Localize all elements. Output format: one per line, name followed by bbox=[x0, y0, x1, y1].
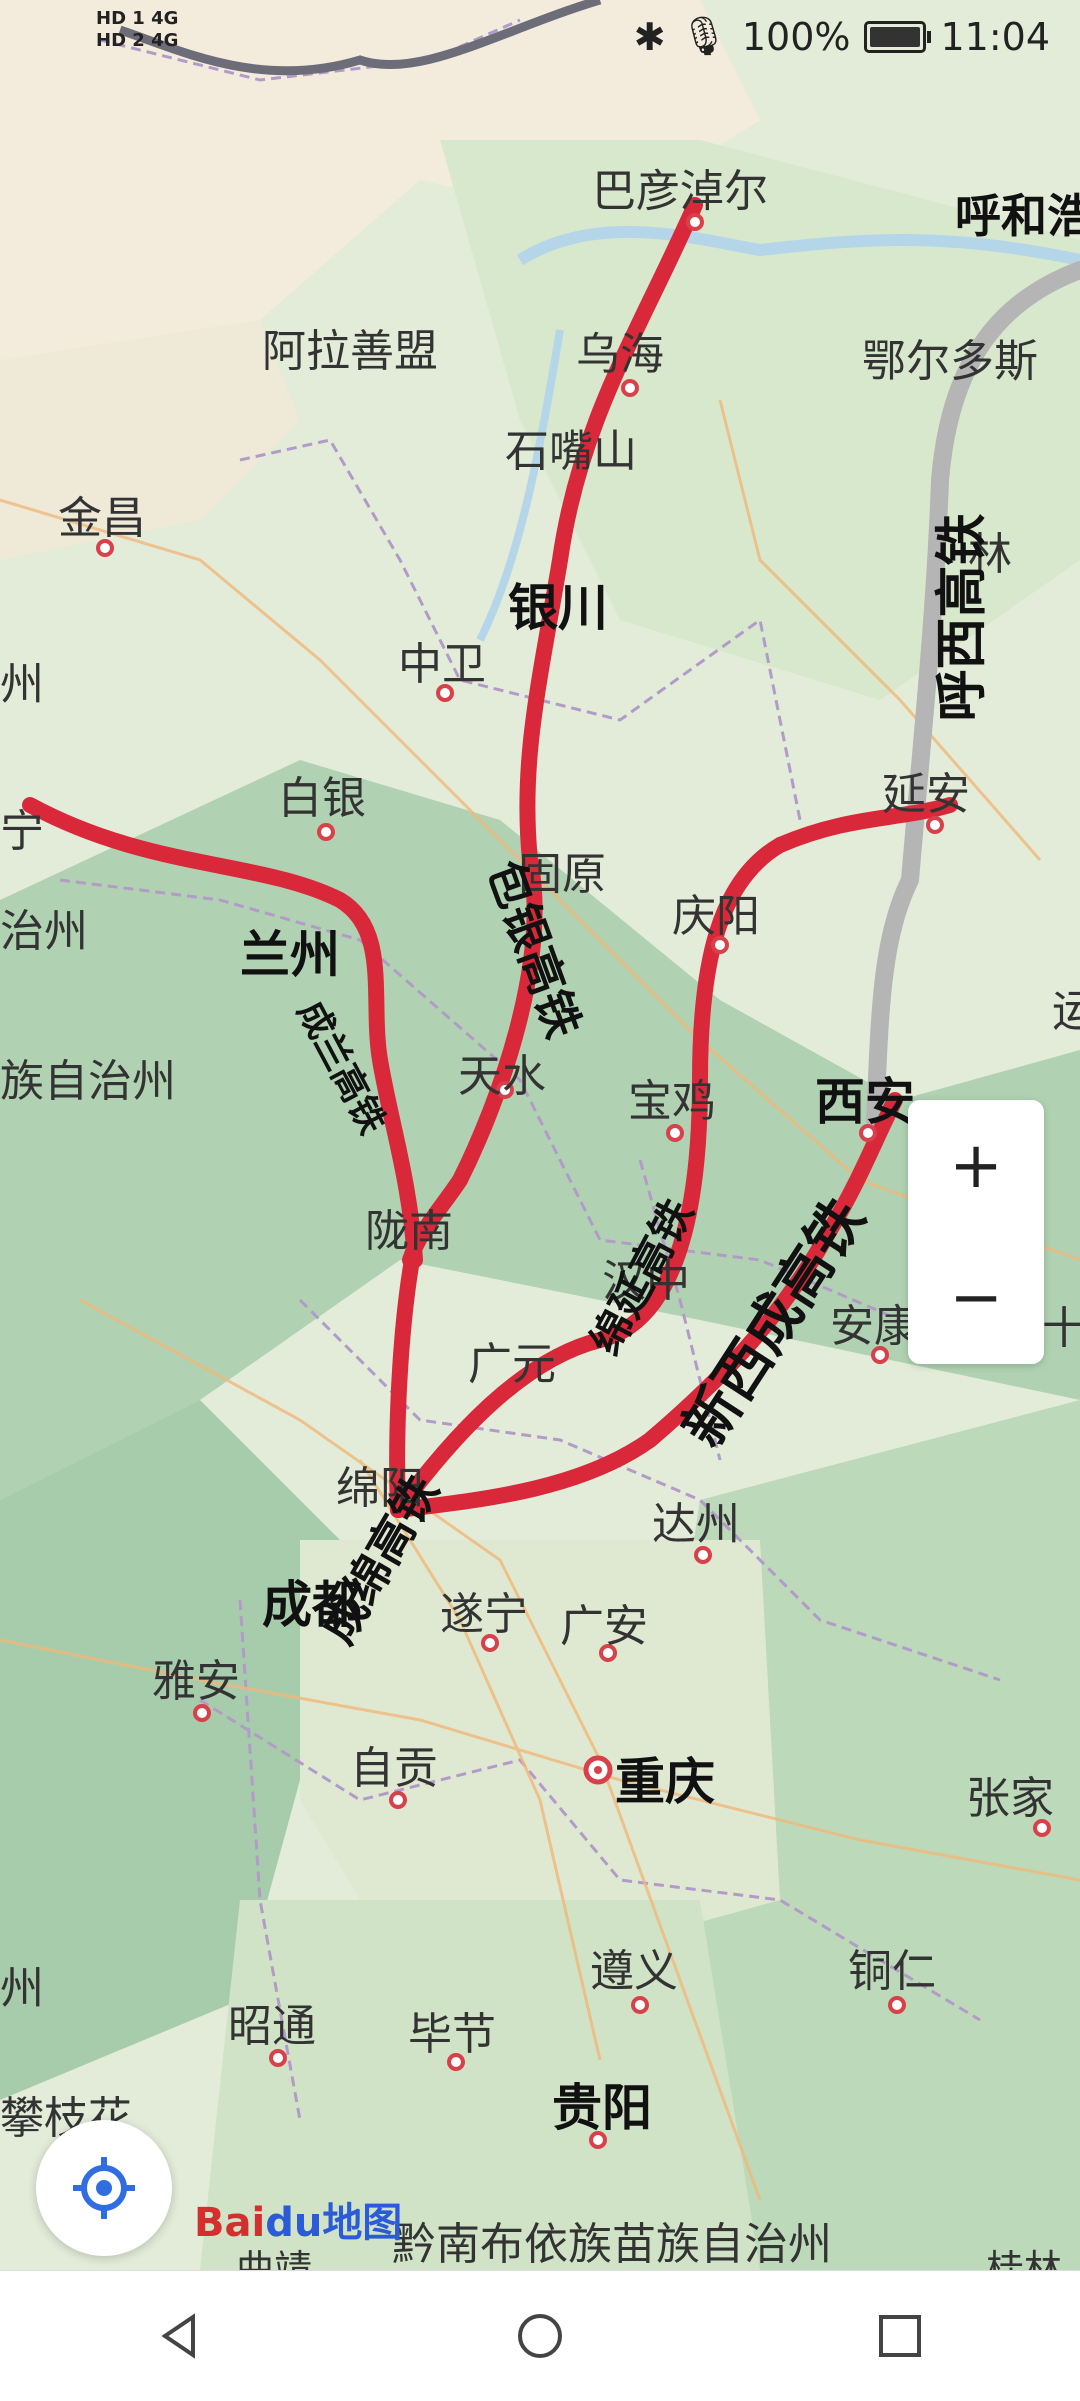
recents-button[interactable] bbox=[840, 2286, 960, 2386]
baidu-map-logo: Baidu地图 bbox=[194, 2190, 402, 2248]
city-label-hohhot[interactable]: 呼和浩 bbox=[955, 180, 1080, 246]
home-button[interactable] bbox=[480, 2286, 600, 2386]
city-label-baiyin[interactable]: 白银 bbox=[278, 762, 366, 826]
bluetooth-icon: ✱ bbox=[633, 14, 666, 59]
logo-du: du地图 bbox=[265, 2200, 403, 2246]
city-label-shizuishan[interactable]: 石嘴山 bbox=[505, 415, 637, 479]
city-label-bayannur[interactable]: 巴彦淖尔 bbox=[592, 155, 768, 219]
city-label-shi[interactable]: 十 bbox=[1042, 1292, 1080, 1356]
city-label-ning[interactable]: 宁 bbox=[0, 795, 44, 859]
city-label-guilin[interactable]: 桂林 bbox=[986, 2238, 1062, 2270]
city-label-ankang[interactable]: 安康 bbox=[830, 1290, 918, 1354]
city-label-zhangjiajie[interactable]: 张家 bbox=[966, 1762, 1054, 1826]
battery-percent: 100% bbox=[741, 14, 851, 59]
locate-button[interactable] bbox=[36, 2120, 172, 2256]
zoom-controls: + − bbox=[908, 1100, 1044, 1364]
recents-icon bbox=[879, 2315, 921, 2357]
city-label-lanzhou[interactable]: 兰州 bbox=[240, 915, 340, 987]
city-label-tianshui[interactable]: 天水 bbox=[458, 1040, 546, 1104]
sim1-label: HD 1 4G bbox=[96, 8, 179, 29]
city-label-zhongwei[interactable]: 中卫 bbox=[398, 628, 486, 692]
city-label-zizhizhou[interactable]: 族自治州 bbox=[0, 1045, 176, 1109]
logo-bai: Bai bbox=[194, 2200, 266, 2246]
city-label-longnan[interactable]: 陇南 bbox=[365, 1195, 453, 1259]
city-label-zunyi[interactable]: 遵义 bbox=[590, 1935, 678, 1999]
sim-indicators: HD 1 4G HD 2 4G bbox=[96, 8, 178, 52]
status-right: ✱ 🎙 100% 11:04 bbox=[634, 14, 1050, 59]
city-label-zhou-left2[interactable]: 治州 bbox=[0, 895, 88, 959]
clock: 11:04 bbox=[940, 14, 1050, 59]
city-label-wuhai[interactable]: 乌海 bbox=[576, 318, 664, 382]
city-label-baoji[interactable]: 宝鸡 bbox=[628, 1065, 716, 1129]
zoom-in-button[interactable]: + bbox=[908, 1100, 1044, 1232]
city-label-yanan[interactable]: 延安 bbox=[882, 758, 970, 822]
city-label-yun[interactable]: 运 bbox=[1052, 975, 1080, 1039]
city-label-zhou-left[interactable]: 州 bbox=[0, 648, 44, 712]
city-label-ordos[interactable]: 鄂尔多斯 bbox=[862, 325, 1038, 389]
city-label-zigong[interactable]: 自贡 bbox=[350, 1732, 438, 1796]
city-label-suining[interactable]: 遂宁 bbox=[440, 1578, 528, 1642]
city-label-dazhou[interactable]: 达州 bbox=[652, 1488, 740, 1552]
battery-icon bbox=[864, 20, 932, 53]
city-label-chongqing[interactable]: 重庆 bbox=[615, 1742, 715, 1814]
city-label-xian[interactable]: 西安 bbox=[815, 1062, 915, 1134]
city-label-guangyuan[interactable]: 广元 bbox=[468, 1328, 556, 1392]
locate-icon bbox=[73, 2157, 135, 2219]
back-icon bbox=[161, 2313, 195, 2359]
city-label-tongren[interactable]: 铜仁 bbox=[848, 1935, 936, 1999]
city-label-guiyang[interactable]: 贵阳 bbox=[552, 2068, 652, 2140]
city-label-alxa[interactable]: 阿拉善盟 bbox=[262, 315, 438, 379]
city-label-zhou-left3[interactable]: 州 bbox=[0, 1952, 44, 2016]
city-label-qingyang[interactable]: 庆阳 bbox=[672, 880, 760, 944]
back-button[interactable] bbox=[120, 2286, 240, 2386]
city-label-zhaotong[interactable]: 昭通 bbox=[228, 1990, 316, 2054]
city-label-qiannan[interactable]: 黔南布依族苗族自治州 bbox=[392, 2208, 832, 2270]
system-navigation-bar bbox=[0, 2270, 1080, 2401]
railway-label-huxi[interactable]: 呼西高铁 bbox=[920, 513, 995, 721]
home-icon bbox=[518, 2314, 562, 2358]
city-label-bijie[interactable]: 毕节 bbox=[408, 1998, 496, 2062]
city-label-yaan[interactable]: 雅安 bbox=[152, 1645, 240, 1709]
zoom-out-button[interactable]: − bbox=[908, 1232, 1044, 1364]
sim2-label: HD 2 4G bbox=[96, 30, 179, 51]
microphone-icon: 🎙 bbox=[679, 14, 728, 58]
city-label-yinchuan[interactable]: 银川 bbox=[508, 568, 608, 640]
city-label-jinchang[interactable]: 金昌 bbox=[58, 482, 146, 546]
city-label-guangan[interactable]: 广安 bbox=[560, 1590, 648, 1654]
status-bar: HD 1 4G HD 2 4G ✱ 🎙 100% 11:04 bbox=[0, 0, 1080, 80]
